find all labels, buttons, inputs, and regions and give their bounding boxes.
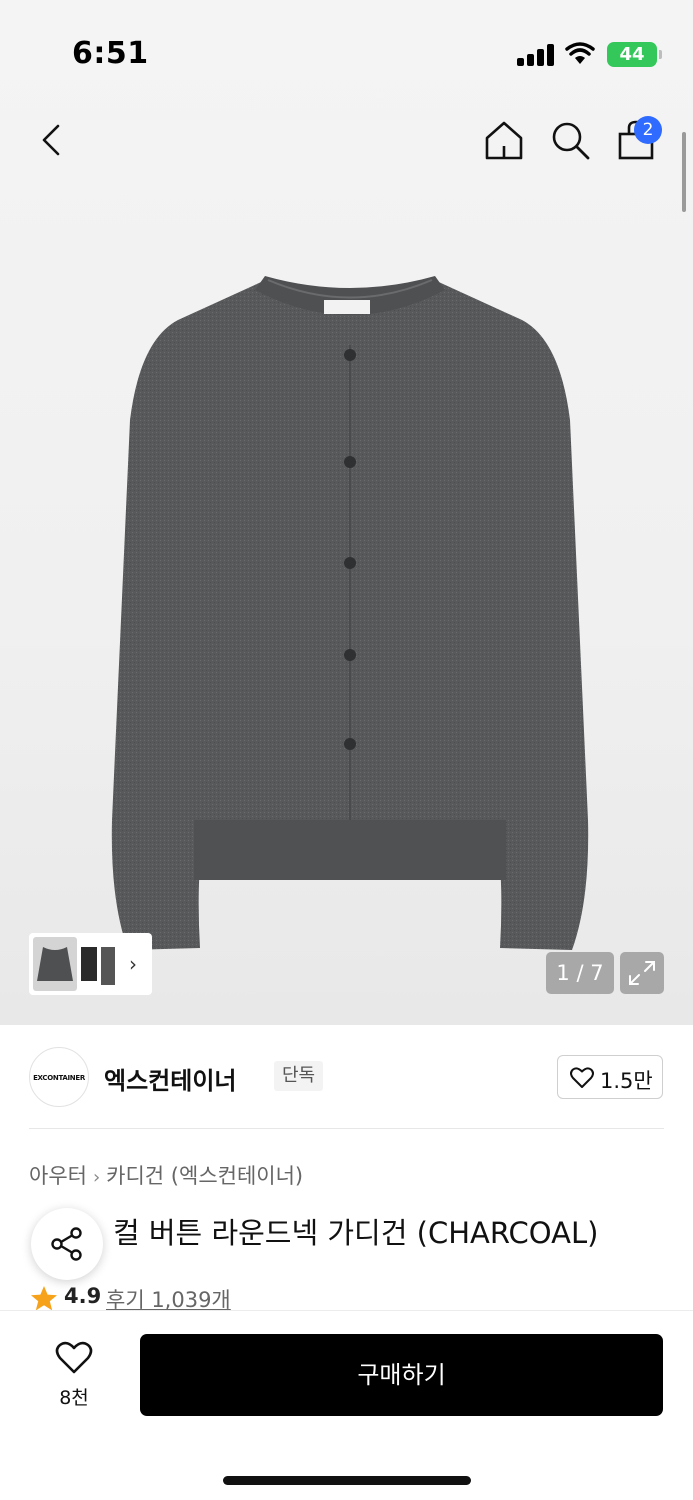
expand-icon[interactable] — [620, 952, 664, 994]
home-icon[interactable] — [482, 118, 526, 162]
cellular-signal-icon — [517, 44, 555, 66]
breadcrumb-item-outer[interactable]: 아우터 — [29, 1164, 87, 1188]
wifi-icon — [565, 42, 595, 64]
cart-count-badge: 2 — [634, 116, 662, 144]
image-page-counter: 1 / 7 — [546, 952, 614, 994]
breadcrumb-item-cardigan[interactable]: 카디건 (엑스컨테이너) — [106, 1164, 303, 1188]
share-button[interactable] — [31, 1208, 103, 1280]
cardigan-image — [111, 276, 589, 950]
rating-score: 4.9 — [64, 1284, 102, 1308]
product-title: 컬 버튼 라운드넥 가디건 (CHARCOAL) — [30, 1216, 599, 1250]
battery-charging-icon: 44 — [607, 42, 662, 67]
brand-row[interactable]: EXCONTAINER 엑스컨테이너 단독 1.5만 — [29, 1045, 664, 1109]
battery-level: 44 — [619, 44, 645, 65]
thumbnail-outfit[interactable] — [79, 941, 119, 989]
cardigan-thumb-icon — [37, 947, 73, 981]
thumbnail-cardigan-active[interactable] — [33, 937, 77, 991]
status-bar: 6:51 44 — [0, 0, 693, 100]
bottom-action-bar: 8천 구매하기 — [0, 1310, 693, 1500]
top-navigation — [0, 110, 693, 170]
wishlist-button[interactable]: 8천 — [40, 1335, 108, 1415]
heart-icon — [55, 1341, 93, 1374]
star-icon — [31, 1286, 57, 1311]
share-icon — [51, 1227, 82, 1261]
status-time: 6:51 — [72, 36, 149, 71]
home-indicator — [223, 1476, 471, 1485]
chevron-left-icon[interactable] — [30, 118, 74, 162]
brand-name[interactable]: 엑스컨테이너 — [104, 1061, 236, 1096]
heart-icon — [570, 1067, 594, 1088]
divider — [29, 1128, 664, 1129]
search-icon[interactable] — [548, 118, 592, 162]
chevron-right-icon[interactable]: › — [129, 952, 137, 976]
exclusive-badge: 단독 — [274, 1061, 324, 1091]
brand-logo[interactable]: EXCONTAINER — [29, 1047, 89, 1107]
breadcrumb: 아우터 › 카디건 (엑스컨테이너) — [29, 1160, 303, 1190]
brand-like-button[interactable]: 1.5만 — [557, 1055, 663, 1099]
brand-like-count: 1.5만 — [600, 1069, 653, 1093]
chevron-right-icon: › — [92, 1167, 101, 1188]
expand-arrows-icon — [629, 961, 655, 985]
image-thumbnails[interactable]: › — [29, 933, 152, 995]
wishlist-count: 8천 — [59, 1387, 89, 1409]
buy-button[interactable]: 구매하기 — [140, 1334, 663, 1416]
scroll-indicator — [682, 132, 686, 212]
